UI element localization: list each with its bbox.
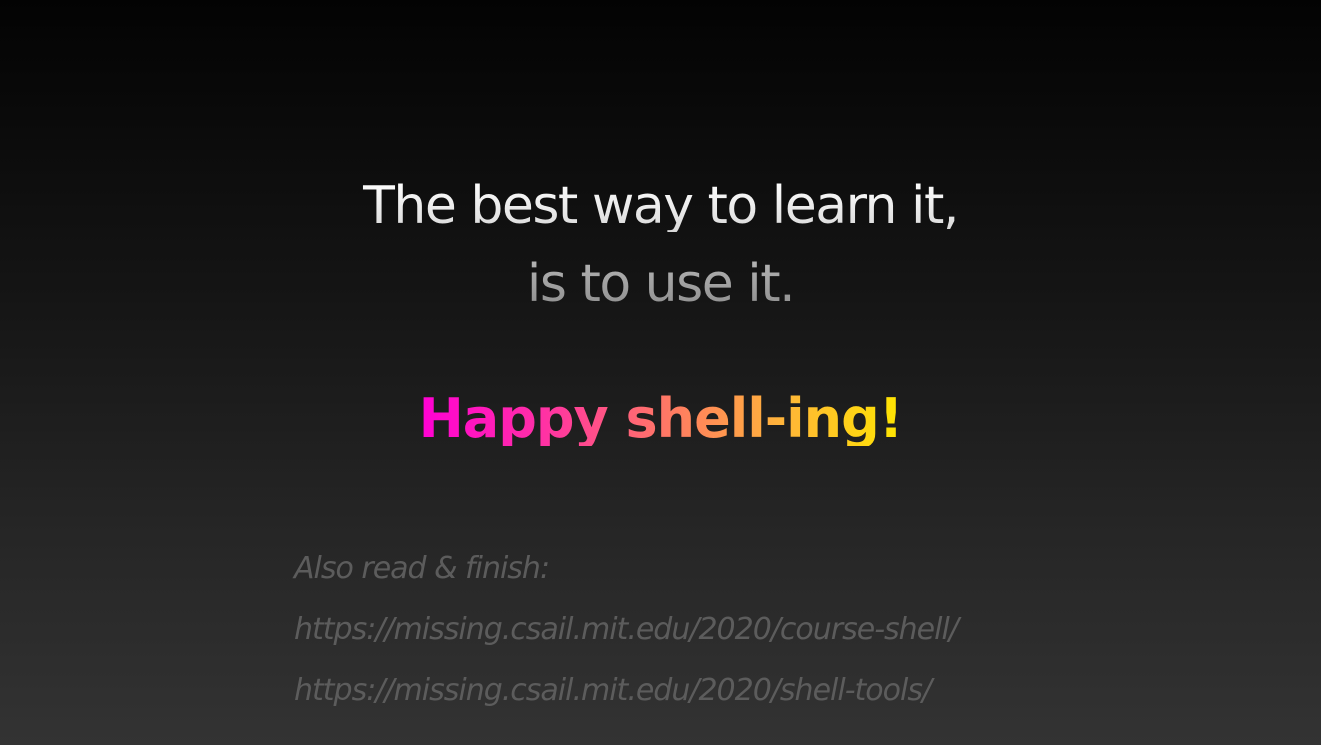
- slide: The best way to learn it, is to use it. …: [0, 0, 1321, 745]
- footer-label: Also read & finish:: [294, 551, 550, 586]
- footer-links: Also read & finish: https://missing.csai…: [294, 550, 959, 733]
- course-shell-link[interactable]: https://missing.csail.mit.edu/2020/cours…: [294, 611, 959, 672]
- shell-tools-link[interactable]: https://missing.csail.mit.edu/2020/shell…: [294, 672, 958, 733]
- tagline-container: Happy shell-ing!: [0, 392, 1321, 446]
- headline-line-2: is to use it.: [0, 258, 1321, 310]
- tagline: Happy shell-ing!: [418, 387, 904, 450]
- headline-line-1: The best way to learn it,: [0, 180, 1321, 232]
